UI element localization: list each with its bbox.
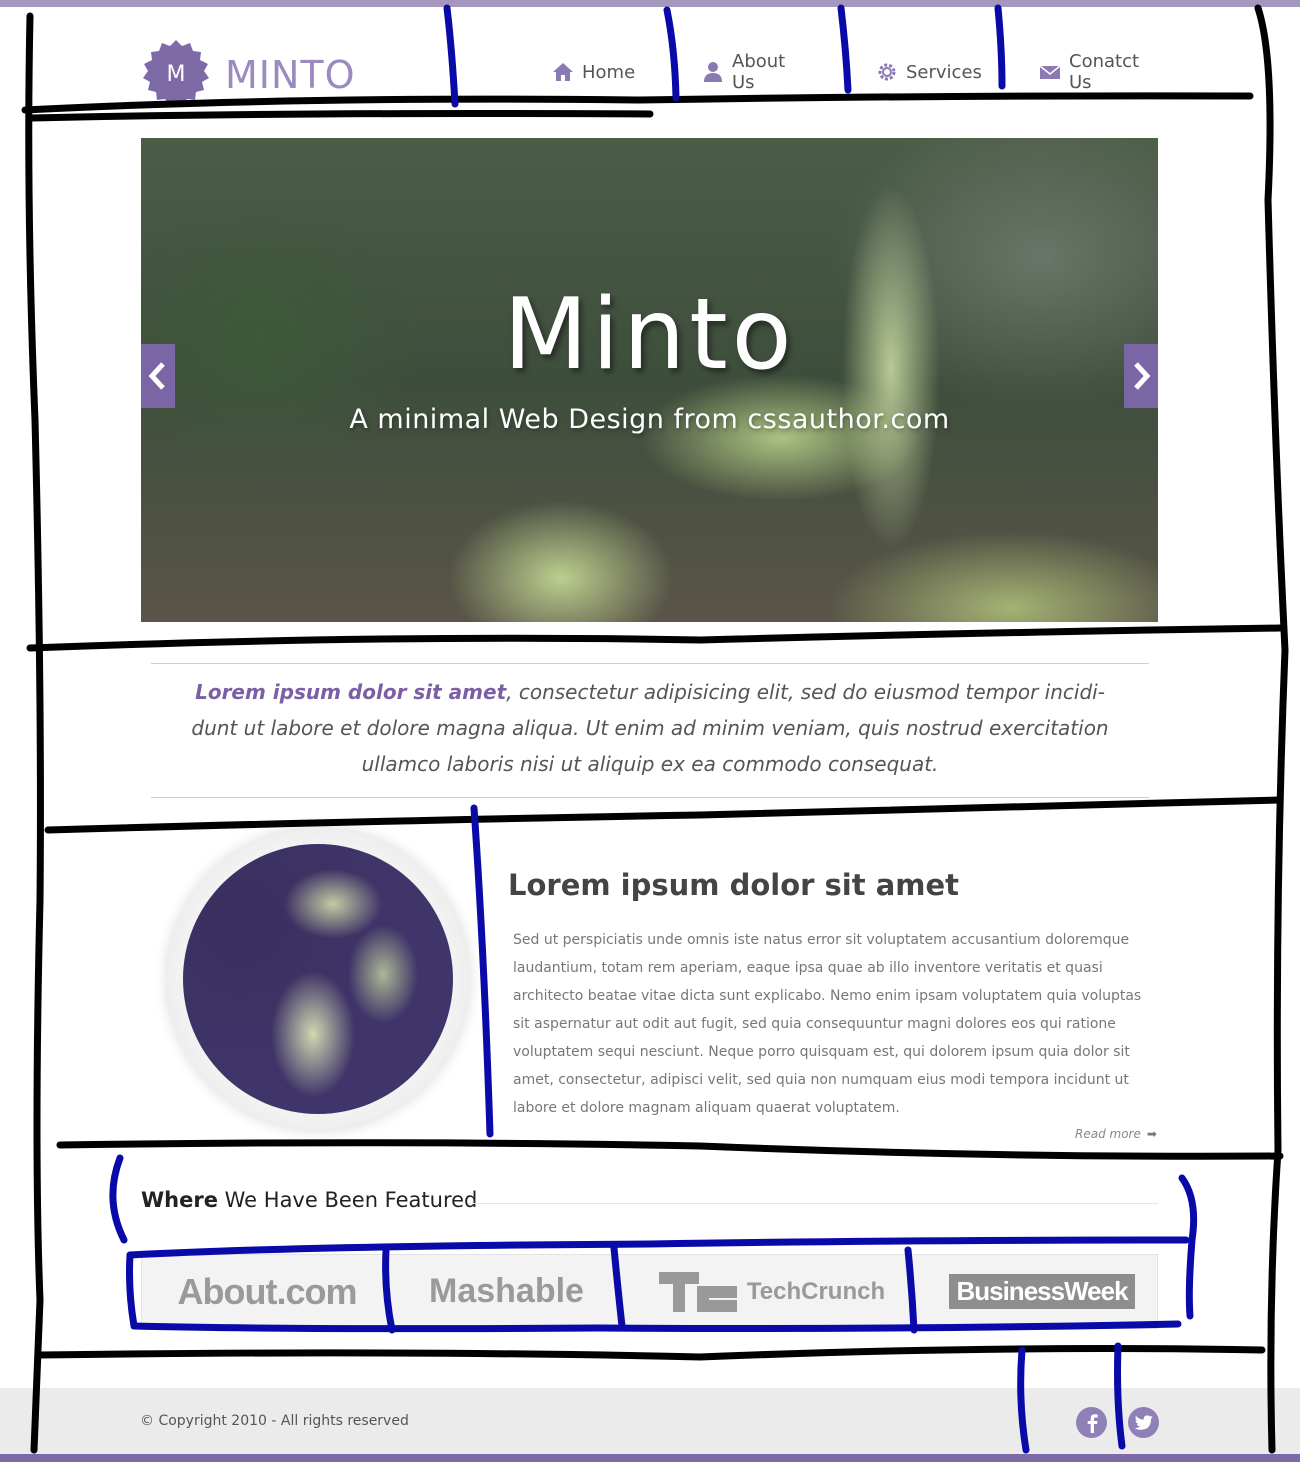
logo-badge-icon: M xyxy=(141,40,211,110)
read-more-label: Read more xyxy=(1075,1127,1141,1141)
copyright-text: © Copyright 2010 - All rights reserved xyxy=(140,1413,409,1429)
nav-item-services[interactable]: Services xyxy=(876,56,982,88)
nav-item-about[interactable]: About Us xyxy=(702,51,785,93)
logo-about-com[interactable]: About.com xyxy=(142,1255,392,1328)
feature-image xyxy=(183,844,453,1114)
featured-heading-rest: We Have Been Featured xyxy=(217,1188,478,1212)
hero-slider: Minto A minimal Web Design from cssautho… xyxy=(141,138,1158,622)
hero-title: Minto xyxy=(503,278,796,392)
facebook-button[interactable] xyxy=(1076,1407,1107,1438)
nav-item-contact[interactable]: Conatct Us xyxy=(1039,51,1139,93)
logo-mashable-label: Mashable xyxy=(429,1272,584,1310)
site-logo[interactable]: M MINTO xyxy=(141,40,356,110)
chevron-left-icon xyxy=(148,362,165,390)
facebook-icon xyxy=(1087,1413,1098,1433)
featured-heading-bold: Where xyxy=(141,1188,218,1212)
featured-logos: About.com Mashable TechCrunch BusinessWe… xyxy=(141,1254,1158,1329)
feature-body: Sed ut perspiciatis unde omnis iste natu… xyxy=(513,932,1142,1116)
nav-label: Home xyxy=(582,61,636,83)
home-icon xyxy=(552,61,574,83)
logo-businessweek-label: BusinessWeek xyxy=(949,1274,1135,1309)
logo-letter: M xyxy=(166,62,186,87)
slider-next-button[interactable] xyxy=(1124,344,1158,408)
divider-bottom xyxy=(151,797,1149,798)
logo-about-label: About.com xyxy=(177,1270,358,1312)
chevron-right-icon xyxy=(1134,362,1151,390)
logo-businessweek[interactable]: BusinessWeek xyxy=(926,1255,1158,1328)
nav-label: Services xyxy=(906,61,982,83)
nav-label: Conatct Us xyxy=(1069,51,1140,93)
user-icon xyxy=(702,61,724,83)
featured-divider xyxy=(468,1203,1158,1204)
logo-techcrunch-label: TechCrunch xyxy=(746,1277,886,1305)
top-accent-bar xyxy=(0,0,1300,7)
brand-name: MINTO xyxy=(225,53,356,97)
arrow-right-icon: ➡ xyxy=(1146,1127,1157,1141)
feature-title: Lorem ipsum dolor sit amet xyxy=(508,868,960,902)
read-more-link[interactable]: Read more ➡ xyxy=(1075,1127,1157,1141)
logo-techcrunch[interactable]: TechCrunch xyxy=(622,1255,922,1328)
divider-top xyxy=(151,663,1149,664)
intro-line2: dunt ut labore et dolore magna aliqua. U… xyxy=(191,716,1109,740)
gear-icon xyxy=(876,61,898,83)
slider-prev-button[interactable] xyxy=(141,344,175,408)
envelope-icon xyxy=(1039,61,1061,83)
featured-heading: Where We Have Been Featured xyxy=(141,1188,477,1212)
nav-item-home[interactable]: Home xyxy=(552,56,635,88)
nav-label: About Us xyxy=(732,51,786,93)
twitter-button[interactable] xyxy=(1128,1407,1159,1438)
feature-image-frame xyxy=(165,826,471,1132)
intro-line3: ullamco laboris nisi ut aliquip ex ea co… xyxy=(361,752,939,776)
twitter-icon xyxy=(1134,1414,1153,1430)
intro-text: Lorem ipsum dolor sit amet, consectetur … xyxy=(151,674,1149,782)
hero-subtitle: A minimal Web Design from cssauthor.com xyxy=(349,404,950,435)
logo-mashable[interactable]: Mashable xyxy=(394,1255,619,1328)
intro-lead: Lorem ipsum dolor sit amet xyxy=(195,680,507,704)
techcrunch-mark-icon xyxy=(658,1271,737,1312)
intro-line1: , consectetur adipisicing elit, sed do e… xyxy=(506,680,1105,704)
bottom-accent-bar xyxy=(0,1454,1300,1462)
